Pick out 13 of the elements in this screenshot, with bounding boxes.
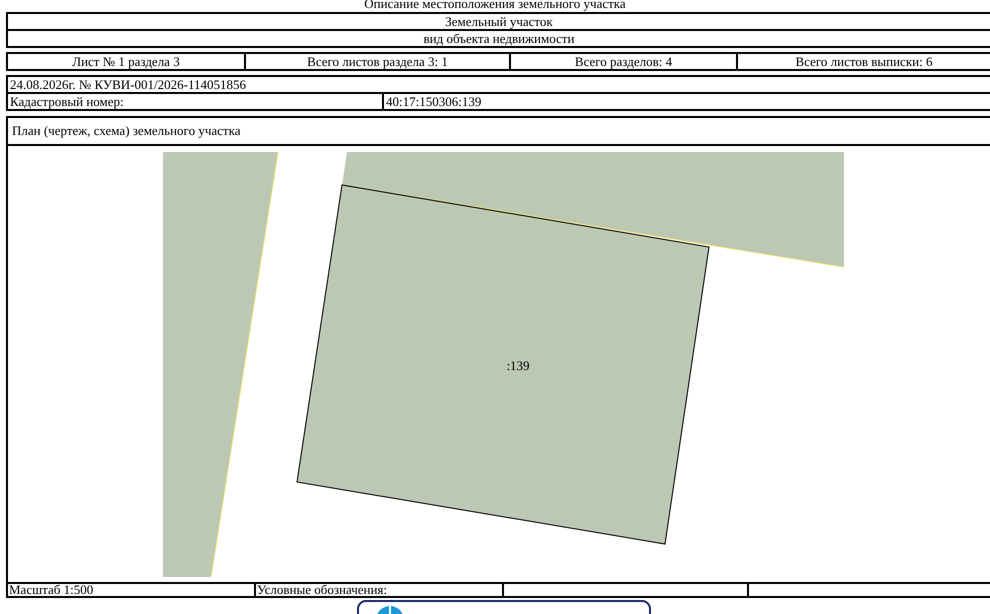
parcel-label: :139 — [506, 358, 530, 373]
sheet-info-cell: Всего разделов: 4 — [509, 54, 736, 69]
extract-date-number: 24.08.2026г. № КУВИ-001/2026-114051856 — [9, 77, 246, 92]
object-type: вид объекта недвижимости — [8, 29, 990, 46]
sheet-info-cell: Всего листов выписки: 6 — [736, 54, 990, 69]
sheet-info-cell-text: Лист № 1 раздела 3 — [71, 54, 181, 69]
legend-label: Условные обозначения: — [254, 584, 502, 596]
cadastral-label: Кадастровый номер: — [9, 94, 125, 109]
cadastral-number: 40:17:150306:139 — [382, 94, 482, 109]
plan-title: План (чертеж, схема) земельного участка — [11, 122, 242, 140]
object-name: Земельный участок — [444, 14, 554, 29]
sheet-info-cell: Всего листов раздела 3: 1 — [244, 54, 509, 69]
scale-label: Масштаб 1:500 — [8, 584, 94, 596]
